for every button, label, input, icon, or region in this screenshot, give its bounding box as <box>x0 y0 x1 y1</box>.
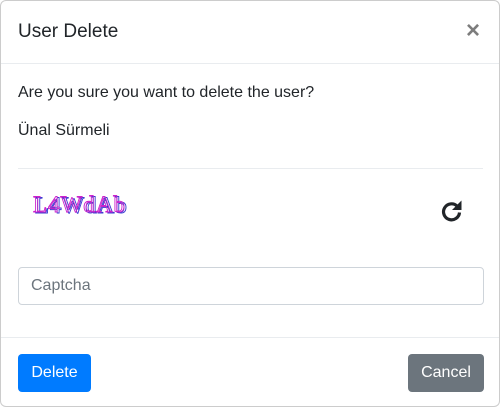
user-delete-modal: User Delete × Are you sure you want to d… <box>0 0 500 407</box>
captcha-text: L4WdAb <box>33 192 126 217</box>
close-button[interactable]: × <box>463 18 483 44</box>
modal-footer: Delete Cancel <box>1 337 499 407</box>
confirmation-question: Are you sure you want to delete the user… <box>18 84 315 101</box>
refresh-icon <box>441 200 462 222</box>
divider <box>18 168 483 169</box>
modal-title: User Delete <box>18 21 119 42</box>
delete-button[interactable]: Delete <box>18 354 91 392</box>
close-icon: × <box>465 17 480 44</box>
modal-header: User Delete × <box>1 1 499 64</box>
user-name: Ünal Sürmeli <box>18 122 110 139</box>
cancel-button[interactable]: Cancel <box>408 354 484 392</box>
captcha-image: L4WdAb L4WdAb <box>33 192 128 219</box>
refresh-captcha-button[interactable] <box>437 197 467 227</box>
captcha-input[interactable] <box>18 267 484 305</box>
modal-body: Are you sure you want to delete the user… <box>1 64 499 337</box>
